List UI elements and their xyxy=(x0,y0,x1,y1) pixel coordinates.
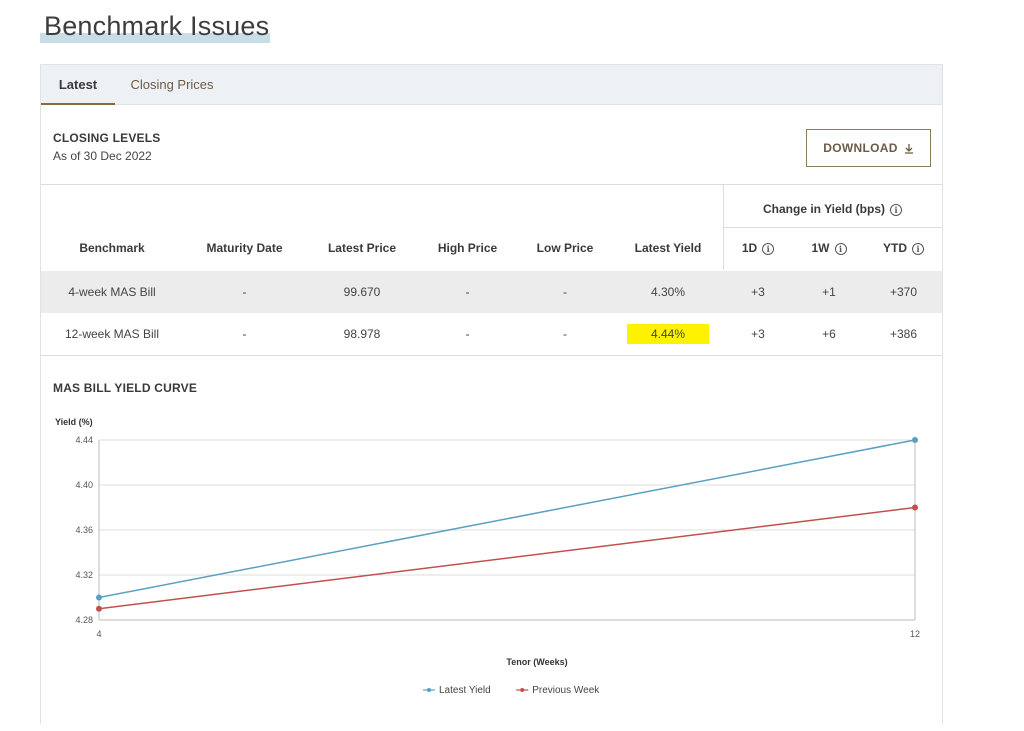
page-title: Benchmark Issues xyxy=(44,11,270,41)
change-in-yield-header: Change in Yield (bps) i xyxy=(723,191,942,227)
y-tick-label: 4.40 xyxy=(75,480,93,490)
cell-high-price: - xyxy=(465,327,470,341)
x-tick-label: 12 xyxy=(910,629,920,639)
col-latest-yield: Latest Yield xyxy=(634,241,702,255)
tab-latest[interactable]: Latest xyxy=(41,65,115,105)
cell-1d: +3 xyxy=(751,285,765,299)
download-icon xyxy=(904,143,913,154)
legend-label: Previous Week xyxy=(532,685,600,696)
col-latest-price: Latest Price xyxy=(327,241,397,255)
data-point xyxy=(96,594,102,601)
col-1d-label: 1D xyxy=(741,241,758,255)
cell-ytd: +370 xyxy=(889,285,918,299)
download-button[interactable]: DOWNLOAD xyxy=(806,129,931,167)
legend-label: Latest Yield xyxy=(439,685,491,696)
cell-low-price: - xyxy=(563,285,567,299)
chart-title: MAS BILL YIELD CURVE xyxy=(53,381,198,395)
cell-latest-price: 99.670 xyxy=(343,285,381,299)
y-tick-label: 4.32 xyxy=(75,570,93,580)
col-ytd-label: YTD xyxy=(883,241,907,255)
cell-low-price: - xyxy=(563,327,567,341)
header-divider xyxy=(41,184,942,185)
group-divider xyxy=(723,227,942,228)
data-point xyxy=(96,605,102,612)
closing-levels-header: CLOSING LEVELS As of 30 Dec 2022 xyxy=(53,131,160,163)
y-tick-label: 4.28 xyxy=(75,615,93,625)
legend-marker xyxy=(427,688,431,692)
table-row: 12-week MAS Bill - 98.978 - - 4.44% +3 +… xyxy=(41,313,942,355)
cell-high-price: - xyxy=(465,285,470,299)
legend-marker xyxy=(520,688,525,692)
as-of-date: As of 30 Dec 2022 xyxy=(53,149,152,163)
x-tick-label: 4 xyxy=(96,629,101,639)
cell-latest-price: 98.978 xyxy=(343,327,381,341)
y-tick-label: 4.44 xyxy=(75,435,93,445)
info-icon[interactable]: i xyxy=(834,242,847,255)
col-ytd: YTD i xyxy=(865,241,942,255)
y-axis-label: Yield (%) xyxy=(55,417,93,427)
yield-curve-chart: Yield (%) 4.28 4.32 4.36 4.40 4.44 4 12 Tenor (W… xyxy=(55,417,920,696)
closing-levels-title: CLOSING LEVELS xyxy=(53,131,161,145)
benchmark-panel: Latest Closing Prices CLOSING LEVELS As … xyxy=(40,64,943,724)
cell-ytd: +386 xyxy=(889,327,918,341)
cell-maturity-date: - xyxy=(242,285,247,299)
col-1w: 1W i xyxy=(793,241,865,255)
cell-maturity-date: - xyxy=(242,327,247,341)
cell-1w: +6 xyxy=(822,327,836,341)
series-line xyxy=(98,506,916,610)
col-high-price: High Price xyxy=(437,241,498,255)
cell-latest-yield: 4.44% xyxy=(613,313,723,355)
cell-benchmark: 12-week MAS Bill xyxy=(64,327,160,341)
col-maturity-date: Maturity Date xyxy=(206,241,283,255)
table-row: 4-week MAS Bill - 99.670 - - 4.30% +3 +1… xyxy=(41,271,942,313)
table-bottom-divider xyxy=(41,355,942,356)
data-point xyxy=(912,437,918,443)
data-point xyxy=(912,504,918,511)
info-icon[interactable]: i xyxy=(890,203,902,216)
y-tick-label: 4.36 xyxy=(75,525,93,535)
change-in-yield-label: Change in Yield (bps) xyxy=(762,202,885,216)
series-line xyxy=(98,439,916,599)
col-1d: 1D i xyxy=(723,241,793,255)
tab-bar: Latest Closing Prices xyxy=(41,65,942,105)
cell-benchmark: 4-week MAS Bill xyxy=(68,285,156,299)
col-benchmark: Benchmark xyxy=(79,241,145,255)
col-1w-label: 1W xyxy=(811,241,830,255)
col-low-price: Low Price xyxy=(536,241,594,255)
cell-1w: +1 xyxy=(822,285,836,299)
info-icon[interactable]: i xyxy=(912,242,924,255)
cell-latest-yield: 4.30% xyxy=(650,285,686,299)
info-icon[interactable]: i xyxy=(762,242,775,255)
tab-closing-prices[interactable]: Closing Prices xyxy=(121,65,223,105)
highlighted-yield: 4.44% xyxy=(626,324,710,344)
cell-1d: +3 xyxy=(751,327,765,341)
download-label: DOWNLOAD xyxy=(823,141,898,155)
x-axis-label: Tenor (Weeks) xyxy=(506,657,567,667)
